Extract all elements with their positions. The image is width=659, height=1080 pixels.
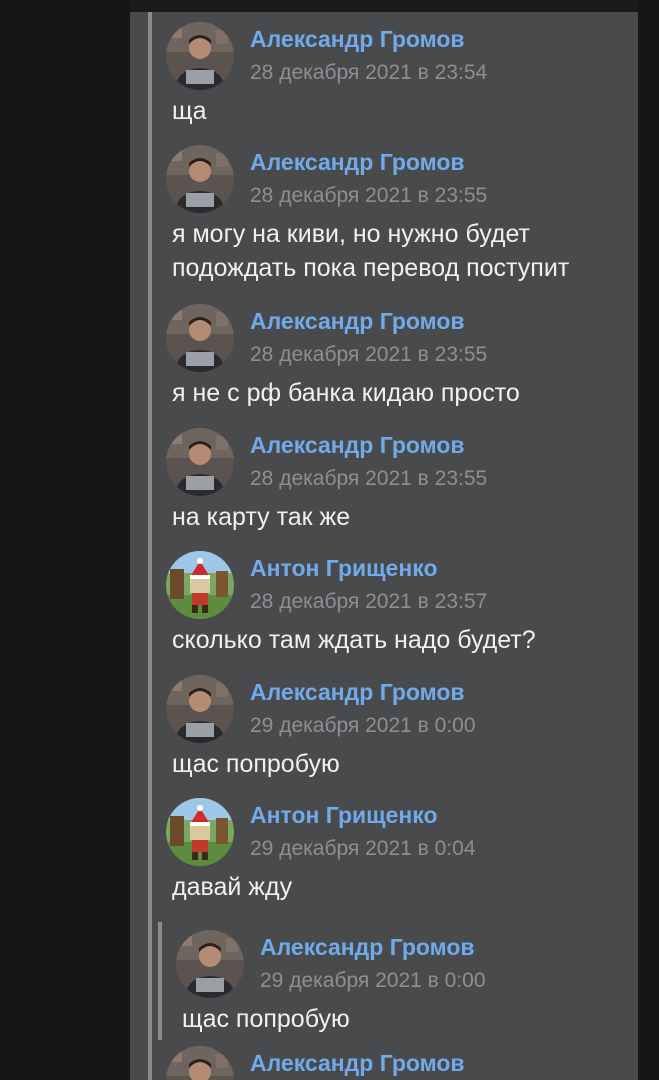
game-character-icon — [166, 798, 234, 866]
message-date[interactable]: 29 декабря 2021 в 0:04 — [250, 837, 476, 861]
message-text: сколько там ждать надо будет? — [172, 626, 536, 654]
message: Александр Громов 28 декабря 2021 в 23:55… — [166, 304, 636, 410]
author-name[interactable]: Александр Громов — [250, 26, 465, 53]
user-avatar[interactable] — [166, 428, 234, 496]
person-photo-icon — [166, 145, 234, 213]
user-avatar[interactable] — [166, 798, 234, 866]
message-text: я могу на киви, но нужно будет подождать… — [172, 220, 570, 282]
message: Александр Громов 29 декабря 2021 в 0:00 … — [166, 675, 636, 781]
message: Александр Громов 28 декабря 2021 в 23:55… — [166, 145, 636, 285]
author-name[interactable]: Александр Громов — [250, 1050, 465, 1077]
message-date[interactable]: 28 декабря 2021 в 23:57 — [250, 590, 487, 614]
message: Антон Грищенко 29 декабря 2021 в 0:04 да… — [166, 798, 636, 904]
user-avatar[interactable] — [166, 22, 234, 90]
game-character-icon — [166, 551, 234, 619]
author-name[interactable]: Александр Громов — [260, 934, 475, 961]
author-name[interactable]: Александр Громов — [250, 679, 465, 706]
user-avatar[interactable] — [166, 304, 234, 372]
author-name[interactable]: Антон Грищенко — [250, 555, 438, 582]
message: Александр Громов — [166, 1046, 636, 1080]
person-photo-icon — [166, 675, 234, 743]
nested-quote-bar — [158, 922, 162, 1040]
forward-quote-bar — [148, 12, 152, 1080]
author-name[interactable]: Александр Громов — [250, 432, 465, 459]
top-divider — [130, 0, 638, 12]
message-date[interactable]: 29 декабря 2021 в 0:00 — [250, 714, 476, 738]
message-date[interactable]: 28 декабря 2021 в 23:55 — [250, 184, 487, 208]
message-text: я не с рф банка кидаю просто — [172, 379, 520, 407]
person-photo-icon — [166, 1046, 234, 1080]
message-text: ща — [172, 97, 207, 125]
message-date[interactable]: 28 декабря 2021 в 23:54 — [250, 61, 487, 85]
message-date[interactable]: 29 декабря 2021 в 0:00 — [260, 969, 486, 993]
author-name[interactable]: Антон Грищенко — [250, 802, 438, 829]
user-avatar[interactable] — [166, 145, 234, 213]
user-avatar[interactable] — [166, 675, 234, 743]
message-text: давай жду — [172, 873, 293, 901]
message: Александр Громов 28 декабря 2021 в 23:55… — [166, 428, 636, 534]
message: Александр Громов 28 декабря 2021 в 23:54… — [166, 22, 636, 128]
person-photo-icon — [166, 22, 234, 90]
user-avatar[interactable] — [166, 551, 234, 619]
message: Антон Грищенко 28 декабря 2021 в 23:57 с… — [166, 551, 636, 657]
message-text: щас попробую — [182, 1005, 350, 1033]
message-text: на карту так же — [172, 503, 351, 531]
author-name[interactable]: Александр Громов — [250, 308, 465, 335]
message-date[interactable]: 28 декабря 2021 в 23:55 — [250, 343, 487, 367]
message-text: щас попробую — [172, 750, 340, 778]
person-photo-icon — [166, 304, 234, 372]
author-name[interactable]: Александр Громов — [250, 149, 465, 176]
forwarded-messages-panel: Александр Громов 28 декабря 2021 в 23:54… — [130, 0, 638, 1080]
nested-forwarded-message: Александр Громов 29 декабря 2021 в 0:00 … — [176, 930, 638, 1036]
user-avatar[interactable] — [176, 930, 244, 998]
message-date[interactable]: 28 декабря 2021 в 23:55 — [250, 467, 487, 491]
user-avatar[interactable] — [166, 1046, 234, 1080]
person-photo-icon — [166, 428, 234, 496]
person-photo-icon — [176, 930, 244, 998]
